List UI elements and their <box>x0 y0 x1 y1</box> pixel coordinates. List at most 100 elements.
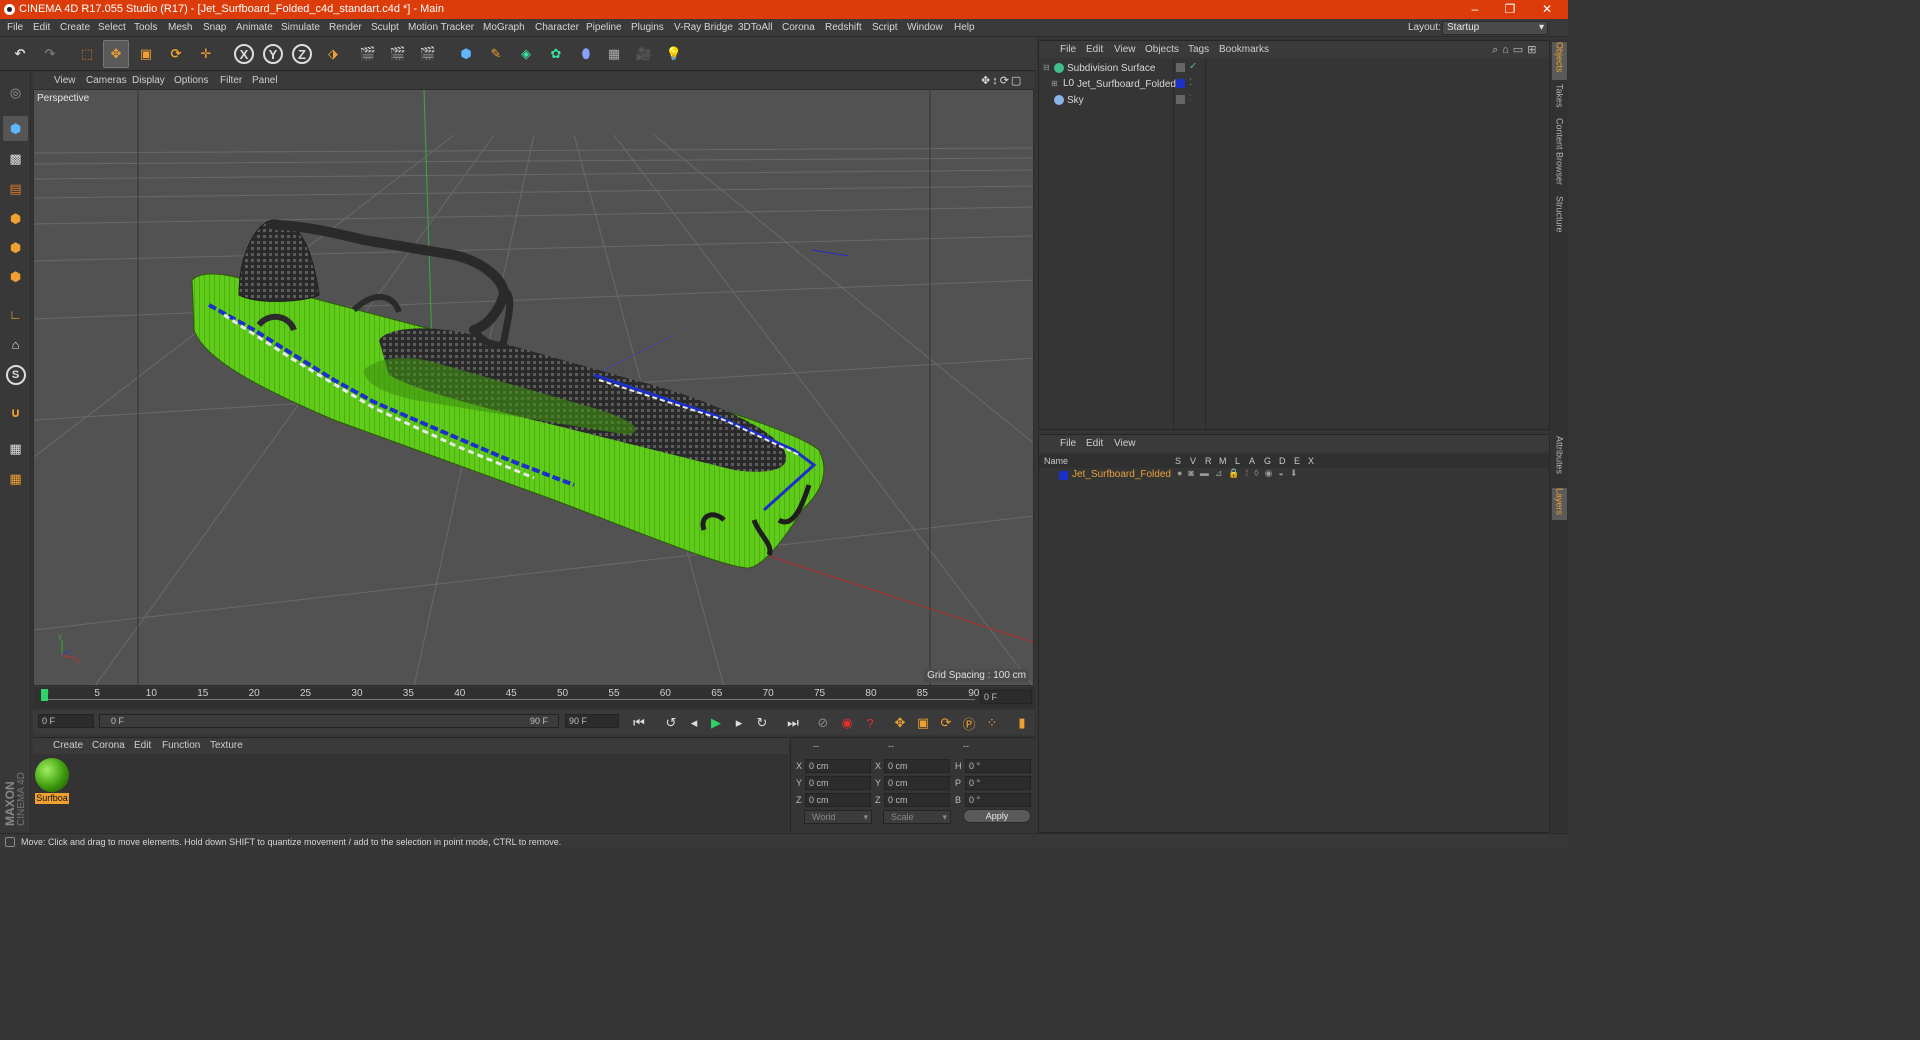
coord-mode-dropdown[interactable]: World ▾ <box>804 810 872 824</box>
light-button[interactable]: 💡 <box>661 40 687 68</box>
key-rotation-button[interactable]: ⟳ <box>936 713 956 733</box>
vp-menu-display[interactable]: Display <box>132 75 165 86</box>
render-view-button[interactable]: 🎬 <box>355 40 381 68</box>
edges-mode-button[interactable]: ⬢ <box>3 235 28 260</box>
pos-y-field[interactable]: 0 cm <box>805 776 871 790</box>
pos-x-field[interactable]: 0 cm <box>805 759 871 773</box>
object-row-subdivision[interactable]: ⊟ Subdivision Surface ✓ <box>1039 61 1549 77</box>
object-row-sky[interactable]: Sky ⁚ <box>1039 93 1549 109</box>
obj-nav-icons[interactable]: ⌕⌂▭⊞ <box>1492 43 1540 57</box>
go-to-start-button[interactable]: ⏮ <box>629 713 649 733</box>
menu-render[interactable]: Render <box>329 22 362 33</box>
obj-menu-objects[interactable]: Objects <box>1145 44 1179 55</box>
deformer-button[interactable]: ⬮ <box>573 40 599 68</box>
render-settings-button[interactable]: 🎬 <box>415 40 441 68</box>
points-mode-button[interactable]: ⬢ <box>3 206 28 231</box>
menu-script[interactable]: Script <box>872 22 898 33</box>
key-scale-button[interactable]: ▣ <box>913 713 933 733</box>
cloner-button[interactable]: ✿ <box>543 40 569 68</box>
layer-flags-icons[interactable]: ●◙▬⊿🔒⁞◊◉◒⬇ <box>1177 468 1303 479</box>
menu-plugins[interactable]: Plugins <box>631 22 664 33</box>
layer-menu-file[interactable]: File <box>1060 438 1076 449</box>
cube-primitive-button[interactable]: ⬢ <box>453 40 479 68</box>
next-frame-button[interactable]: ▸ <box>729 713 749 733</box>
transform-tool-button[interactable]: ✛ <box>193 40 219 68</box>
move-tool-button[interactable]: ✥ <box>103 40 129 68</box>
redo-button[interactable]: ↷ <box>37 40 63 68</box>
tab-layers[interactable]: Layers <box>1552 488 1567 520</box>
undo-button[interactable]: ↶ <box>7 40 33 68</box>
menu-character[interactable]: Character <box>535 22 579 33</box>
material-swatch[interactable]: Surfboa <box>35 758 69 804</box>
menu-motion-tracker[interactable]: Motion Tracker <box>408 22 474 33</box>
menu-sculpt[interactable]: Sculpt <box>371 22 399 33</box>
grid-lock-button[interactable]: ▦ <box>3 436 28 461</box>
tab-attributes[interactable]: Attributes <box>1552 436 1567 482</box>
object-row-surfboard[interactable]: ⊞ L0 Jet_Surfboard_Folded ⁚ <box>1039 77 1549 93</box>
layer-menu-edit[interactable]: Edit <box>1086 438 1103 449</box>
render-picture-viewer-button[interactable]: 🎬 <box>385 40 411 68</box>
enabled-check-icon[interactable]: ✓ <box>1189 61 1197 72</box>
menu-vray-bridge[interactable]: V-Ray Bridge <box>674 22 733 33</box>
menu-edit[interactable]: Edit <box>33 22 50 33</box>
obj-menu-edit[interactable]: Edit <box>1086 44 1103 55</box>
menu-mesh[interactable]: Mesh <box>168 22 192 33</box>
menu-create[interactable]: Create <box>60 22 90 33</box>
vp-menu-panel[interactable]: Panel <box>252 75 278 86</box>
texture-mode-button[interactable]: ▩ <box>3 146 28 171</box>
menu-window[interactable]: Window <box>907 22 943 33</box>
obj-menu-view[interactable]: View <box>1114 44 1136 55</box>
coordinate-system-button[interactable]: ⬗ <box>320 40 346 68</box>
layer-color-swatch[interactable] <box>1059 471 1068 480</box>
playhead-marker[interactable] <box>41 689 48 701</box>
play-button[interactable]: ▶ <box>706 713 726 733</box>
tab-structure[interactable]: Structure <box>1552 196 1567 240</box>
coord-transform-dropdown[interactable]: Scale ▾ <box>883 810 951 824</box>
tab-takes[interactable]: Takes <box>1552 84 1567 112</box>
vp-menu-options[interactable]: Options <box>174 75 208 86</box>
visibility-dots-icon[interactable]: ⁚ <box>1189 93 1192 104</box>
size-x-field[interactable]: 0 cm <box>884 759 950 773</box>
restore-button[interactable]: ❐ <box>1495 1 1525 18</box>
frame-range-slider[interactable]: 0 F 90 F <box>99 714 559 728</box>
axis-mode-button[interactable]: ∟ <box>3 302 28 327</box>
polygons-mode-button[interactable]: ⬢ <box>3 264 28 289</box>
layer-menu-view[interactable]: View <box>1114 438 1136 449</box>
menu-simulate[interactable]: Simulate <box>281 22 320 33</box>
make-editable-button[interactable]: ◎ <box>3 80 28 105</box>
next-key-button[interactable]: ↻ <box>752 713 772 733</box>
layer-row[interactable]: Jet_Surfboard_Folded ●◙▬⊿🔒⁞◊◉◒⬇ <box>1039 468 1549 482</box>
camera-button[interactable]: 🎥 <box>631 40 657 68</box>
viewport-nav-icons[interactable]: ✥↕⟳▢ <box>981 74 1023 87</box>
vp-menu-cameras[interactable]: Cameras <box>86 75 127 86</box>
visibility-dots-icon[interactable]: ⁚ <box>1189 77 1192 88</box>
apply-button[interactable]: Apply <box>963 809 1031 823</box>
menu-select[interactable]: Select <box>98 22 126 33</box>
minimize-button[interactable]: – <box>1460 1 1490 18</box>
magnet-button[interactable]: ∪ <box>3 400 28 425</box>
axis-z-button[interactable]: Z <box>289 40 315 68</box>
size-y-field[interactable]: 0 cm <box>884 776 950 790</box>
mat-menu-function[interactable]: Function <box>162 740 200 751</box>
key-pla-button[interactable]: ⁘ <box>982 713 1002 733</box>
size-z-field[interactable]: 0 cm <box>884 793 950 807</box>
key-position-button[interactable]: ✥ <box>890 713 910 733</box>
rot-p-field[interactable]: 0 ° <box>965 776 1031 790</box>
rot-h-field[interactable]: 0 ° <box>965 759 1031 773</box>
viewport-perspective[interactable]: y x Perspective Grid Spacing : 100 cm <box>33 89 1034 686</box>
grid-snap-button[interactable]: ▦ <box>3 466 28 491</box>
rotate-tool-button[interactable]: ⟳ <box>163 40 189 68</box>
prev-frame-button[interactable]: ◂ <box>684 713 704 733</box>
menu-file[interactable]: File <box>7 22 23 33</box>
mat-menu-create[interactable]: Create <box>53 740 83 751</box>
key-param-button[interactable]: Ⓟ <box>959 713 979 733</box>
close-button[interactable]: ✕ <box>1532 1 1562 18</box>
timeline-window-button[interactable]: ▮ <box>1012 713 1032 733</box>
mat-menu-edit[interactable]: Edit <box>134 740 151 751</box>
prev-key-button[interactable]: ↺ <box>661 713 681 733</box>
live-select-button[interactable]: ⬚ <box>74 40 100 68</box>
mat-menu-texture[interactable]: Texture <box>210 740 243 751</box>
end-frame-field[interactable]: 90 F <box>565 714 619 728</box>
start-frame-field[interactable]: 0 F <box>38 714 94 728</box>
scale-tool-button[interactable]: ▣ <box>133 40 159 68</box>
